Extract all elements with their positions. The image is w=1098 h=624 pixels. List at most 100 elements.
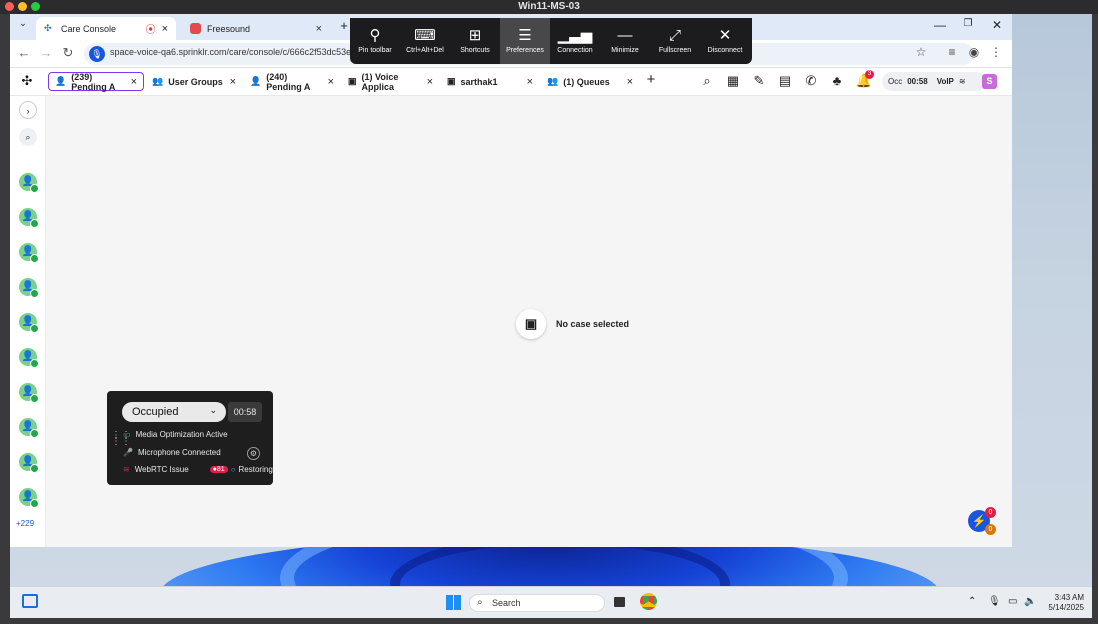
tab-close-icon[interactable]: × xyxy=(162,23,168,35)
agent-avatar-icon[interactable]: 👤 xyxy=(19,208,39,228)
minimize-dot-icon[interactable] xyxy=(18,2,27,11)
notification-badge: 3 xyxy=(865,70,874,79)
tab-close-icon[interactable]: × xyxy=(328,76,334,88)
tab-freesound[interactable]: Freesound × xyxy=(182,17,330,40)
microphone-icon: 🎤 xyxy=(123,448,133,457)
console-tab-pending-1[interactable]: 👤 (239) Pending A × xyxy=(48,72,144,92)
add-tab-button[interactable]: + xyxy=(642,71,660,88)
shortcuts-button[interactable]: ⊞ Shortcuts xyxy=(450,18,500,64)
restore-window-icon[interactable]: ❐ xyxy=(958,18,978,29)
launcher-grid-icon[interactable]: ▦ xyxy=(724,73,742,89)
tab-close-icon[interactable]: × xyxy=(627,76,633,88)
voip-label: VoIP xyxy=(936,77,954,86)
gear-icon[interactable]: ⚙ xyxy=(247,447,260,460)
fullscreen-button[interactable]: ⤢ Fullscreen xyxy=(650,18,700,64)
volume-icon[interactable]: 🔈 xyxy=(1024,596,1036,607)
microphone-tray-icon[interactable]: 🎙 xyxy=(988,596,1001,607)
tab-close-icon[interactable]: × xyxy=(527,76,533,88)
expand-chevron-icon[interactable]: › xyxy=(19,101,37,119)
sprinklr-logo-icon[interactable]: ✣ xyxy=(18,73,36,89)
close-dot-icon[interactable] xyxy=(5,2,14,11)
site-info-icon[interactable]: 🎙 xyxy=(89,46,105,62)
more-agents-count[interactable]: +229 xyxy=(16,519,34,528)
taskbar-clock[interactable]: 3:43 AM 5/14/2025 xyxy=(1040,593,1084,613)
console-tab-user-groups[interactable]: 👥 User Groups × xyxy=(146,72,242,91)
console-tab-pending-2[interactable]: 👤 (240) Pending A × xyxy=(244,71,340,92)
compose-icon[interactable]: ✎ xyxy=(750,73,768,89)
console-tab-label: (240) Pending A xyxy=(266,71,311,92)
media-status-text: Media Optimization Active xyxy=(135,430,228,439)
pulse-badge-bottom: 0 xyxy=(985,524,996,535)
tab-care-console[interactable]: ✣ Care Console ⦿ × xyxy=(36,17,176,40)
disconnect-button[interactable]: ✕ Disconnect xyxy=(700,18,750,64)
ctrl-alt-del-button[interactable]: ⌨ Ctrl+Alt+Del xyxy=(400,18,450,64)
availability-dropdown[interactable]: Occupied ⌄ xyxy=(122,402,226,422)
reload-icon[interactable]: ↻ xyxy=(59,45,77,61)
toolbar-label: Shortcuts xyxy=(460,47,490,54)
bookmark-star-icon[interactable]: ☆ xyxy=(912,45,930,59)
taskbar-search[interactable]: ⌕ Search xyxy=(469,594,605,612)
network-icon[interactable]: ▭ xyxy=(1008,596,1017,607)
agent-avatar-icon[interactable]: 👤 xyxy=(19,243,39,263)
calendar-icon[interactable]: ▤ xyxy=(776,73,794,89)
pin-toolbar-button[interactable]: ⚲ Pin toolbar xyxy=(350,18,400,64)
availability-value: Occupied xyxy=(132,406,179,418)
tab-list-chevron-icon[interactable]: ⌄ xyxy=(14,18,32,29)
tab-close-icon[interactable]: × xyxy=(316,23,322,35)
start-windows-icon[interactable] xyxy=(446,595,461,610)
forward-icon[interactable]: → xyxy=(37,45,55,60)
agent-avatar-icon[interactable]: 👤 xyxy=(19,348,39,368)
console-tab-label: sarthak1 xyxy=(460,76,498,87)
console-tab-label: (1) Queues xyxy=(563,76,610,87)
task-view-icon[interactable] xyxy=(614,597,625,607)
phone-icon[interactable]: ✆ xyxy=(802,73,820,89)
agent-avatar-icon[interactable]: 👤 xyxy=(19,278,39,298)
user-icon: 👤 xyxy=(55,76,67,86)
agent-avatar-icon[interactable]: 👤 xyxy=(19,313,39,333)
avatar[interactable]: S xyxy=(982,74,997,89)
minimize-window-icon[interactable]: — xyxy=(930,18,950,32)
tab-close-icon[interactable]: × xyxy=(131,76,137,88)
group-icon: 👥 xyxy=(152,76,164,86)
console-tab-bar: ✣ 👤 (239) Pending A × 👥 User Groups × 👤 … xyxy=(10,68,1012,96)
chrome-icon[interactable] xyxy=(640,593,657,610)
agent-avatar-icon[interactable]: 👤 xyxy=(19,173,39,193)
monitor-icon: ▭ xyxy=(123,430,131,439)
search-icon: ⌕ xyxy=(477,597,483,608)
console-tab-queues[interactable]: 👥 (1) Queues × xyxy=(541,72,639,91)
agent-icon[interactable]: ♣ xyxy=(828,73,846,88)
console-tab-sarthak1[interactable]: ▣ sarthak1 × xyxy=(441,72,539,91)
url-text[interactable]: space-voice-qa6.sprinklr.com/care/consol… xyxy=(110,47,356,57)
widgets-icon[interactable] xyxy=(22,594,38,608)
tab-close-icon[interactable]: × xyxy=(427,76,433,88)
toolbar-label: Minimize xyxy=(611,47,639,54)
minimize-button[interactable]: — Minimize xyxy=(600,18,650,64)
media-controls-icon[interactable]: ≡ xyxy=(943,45,961,59)
status-pill[interactable]: Occ 00:58 VoIP ≋ xyxy=(882,72,986,91)
connection-button[interactable]: ▁▃▅ Connection xyxy=(550,18,600,64)
show-hidden-icons-chevron-icon[interactable]: ⌃ xyxy=(968,596,976,607)
book-icon: ▣ xyxy=(348,76,357,86)
profile-icon[interactable]: ◉ xyxy=(965,45,983,59)
spinner-icon: ○ xyxy=(230,465,236,474)
issue-count-badge: ●81 xyxy=(209,466,228,473)
search-placeholder: Search xyxy=(492,598,521,608)
search-icon[interactable]: ⌕ xyxy=(698,73,716,89)
tab-close-icon[interactable]: × xyxy=(230,76,236,88)
close-window-icon[interactable]: ✕ xyxy=(987,18,1007,32)
toolbar-label: Connection xyxy=(557,47,593,54)
zoom-dot-icon[interactable] xyxy=(31,2,40,11)
user-icon: 👤 xyxy=(250,76,262,86)
browser-menu-icon[interactable]: ⋮ xyxy=(987,45,1005,59)
sidebar-search-icon[interactable]: ⌕ xyxy=(19,128,37,146)
console-tab-voice-application[interactable]: ▣ (1) Voice Applica × xyxy=(342,72,439,92)
ctrl-alt-del-icon: ⌨ xyxy=(414,27,436,44)
mic-status-row: 🎤 Microphone Connected xyxy=(123,448,221,457)
agent-avatar-icon[interactable]: 👤 xyxy=(19,453,39,473)
freesound-favicon-icon xyxy=(190,23,201,34)
agent-avatar-icon[interactable]: 👤 xyxy=(19,488,39,508)
preferences-button[interactable]: ☰ Preferences xyxy=(500,18,550,64)
agent-avatar-icon[interactable]: 👤 xyxy=(19,418,39,438)
back-icon[interactable]: ← xyxy=(15,45,33,60)
agent-avatar-icon[interactable]: 👤 xyxy=(19,383,39,403)
